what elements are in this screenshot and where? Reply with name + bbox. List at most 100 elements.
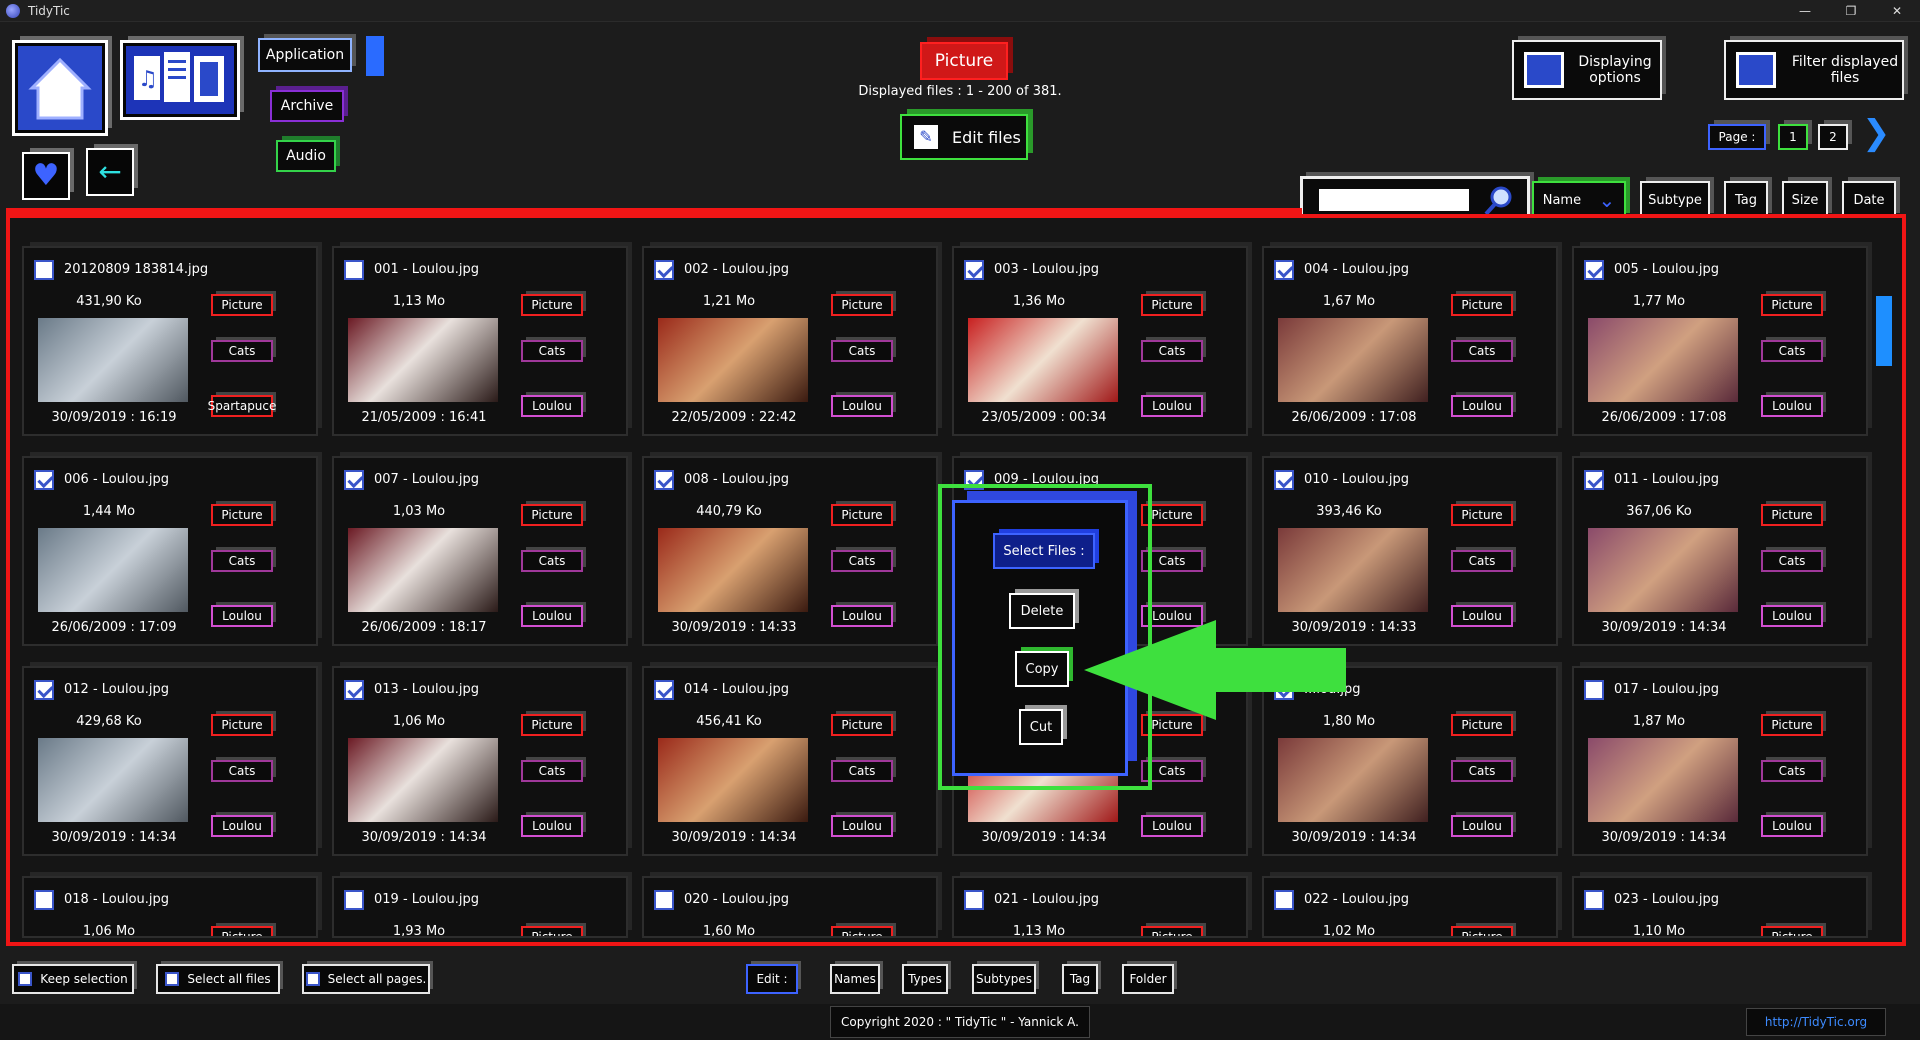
file-type-tag[interactable]: Picture bbox=[211, 926, 273, 936]
file-checkbox[interactable] bbox=[1274, 260, 1294, 280]
file-checkbox[interactable] bbox=[344, 470, 364, 490]
category-application-button[interactable]: Application bbox=[258, 38, 352, 72]
website-link[interactable]: http://TidyTic.org bbox=[1746, 1008, 1886, 1036]
file-thumbnail[interactable] bbox=[1588, 738, 1738, 822]
file-subtype-tag[interactable]: Cats bbox=[1451, 550, 1513, 572]
file-thumbnail[interactable] bbox=[658, 738, 808, 822]
search-input[interactable] bbox=[1319, 189, 1469, 211]
select-all-files-button[interactable]: Select all files bbox=[156, 964, 280, 994]
next-page-arrow-icon[interactable]: ❯ bbox=[1862, 116, 1891, 150]
file-thumbnail[interactable] bbox=[1278, 738, 1428, 822]
restore-button[interactable]: ❐ bbox=[1828, 0, 1874, 22]
file-checkbox[interactable] bbox=[1584, 470, 1604, 490]
file-card[interactable]: 008 - Loulou.jpg 440,79 Ko 30/09/2019 : … bbox=[642, 456, 938, 646]
edit-folder-button[interactable]: Folder bbox=[1122, 964, 1174, 994]
file-checkbox[interactable] bbox=[964, 890, 984, 910]
file-tag[interactable]: Loulou bbox=[831, 815, 893, 837]
file-thumbnail[interactable] bbox=[38, 528, 188, 612]
back-button[interactable]: ← bbox=[86, 148, 134, 196]
file-card[interactable]: 021 - Loulou.jpg 1,13 Mo Picture bbox=[952, 876, 1248, 938]
file-subtype-tag[interactable]: Cats bbox=[521, 760, 583, 782]
file-card[interactable]: 023 - Loulou.jpg 1,10 Mo Picture bbox=[1572, 876, 1868, 938]
file-type-tag[interactable]: Picture bbox=[1761, 294, 1823, 316]
file-type-tag[interactable]: Picture bbox=[521, 294, 583, 316]
file-tag[interactable]: Loulou bbox=[831, 605, 893, 627]
file-tag[interactable]: Loulou bbox=[521, 395, 583, 417]
edit-subtypes-button[interactable]: Subtypes bbox=[972, 964, 1036, 994]
file-checkbox[interactable] bbox=[1584, 680, 1604, 700]
file-subtype-tag[interactable]: Cats bbox=[1451, 340, 1513, 362]
file-checkbox[interactable] bbox=[964, 260, 984, 280]
file-checkbox[interactable] bbox=[1584, 260, 1604, 280]
file-tag[interactable]: Loulou bbox=[1141, 395, 1203, 417]
file-subtype-tag[interactable]: Cats bbox=[211, 760, 273, 782]
file-checkbox[interactable] bbox=[344, 680, 364, 700]
file-subtype-tag[interactable]: Cats bbox=[211, 550, 273, 572]
favorites-button[interactable]: ♥ bbox=[22, 152, 70, 200]
file-card[interactable]: 007 - Loulou.jpg 1,03 Mo 26/06/2009 : 18… bbox=[332, 456, 628, 646]
category-audio-button[interactable]: Audio bbox=[276, 140, 336, 172]
file-type-tag[interactable]: Picture bbox=[1141, 926, 1203, 936]
file-card[interactable]: 002 - Loulou.jpg 1,21 Mo 22/05/2009 : 22… bbox=[642, 246, 938, 436]
file-thumbnail[interactable] bbox=[38, 318, 188, 402]
page-2-button[interactable]: 2 bbox=[1818, 124, 1848, 150]
edit-names-button[interactable]: Names bbox=[830, 964, 880, 994]
file-type-tag[interactable]: Picture bbox=[211, 294, 273, 316]
file-tag[interactable]: Loulou bbox=[1451, 815, 1513, 837]
file-thumbnail[interactable] bbox=[1278, 318, 1428, 402]
file-card[interactable]: 20120809 183814.jpg 431,90 Ko 30/09/2019… bbox=[22, 246, 318, 436]
file-checkbox[interactable] bbox=[34, 260, 54, 280]
file-subtype-tag[interactable]: Cats bbox=[521, 340, 583, 362]
file-type-tag[interactable]: Picture bbox=[521, 926, 583, 936]
file-card[interactable]: 005 - Loulou.jpg 1,77 Mo 26/06/2009 : 17… bbox=[1572, 246, 1868, 436]
file-subtype-tag[interactable]: Cats bbox=[831, 550, 893, 572]
file-card[interactable]: 011 - Loulou.jpg 367,06 Ko 30/09/2019 : … bbox=[1572, 456, 1868, 646]
scrollbar-thumb[interactable] bbox=[1876, 296, 1892, 366]
file-tag[interactable]: Loulou bbox=[1141, 815, 1203, 837]
file-checkbox[interactable] bbox=[34, 680, 54, 700]
home-button[interactable] bbox=[12, 40, 108, 136]
file-subtype-tag[interactable]: Cats bbox=[1141, 340, 1203, 362]
file-thumbnail[interactable] bbox=[1588, 528, 1738, 612]
file-type-tag[interactable]: Picture bbox=[831, 926, 893, 936]
file-thumbnail[interactable] bbox=[658, 318, 808, 402]
file-card[interactable]: 017 - Loulou.jpg 1,87 Mo 30/09/2019 : 14… bbox=[1572, 666, 1868, 856]
edit-tag-button[interactable]: Tag bbox=[1062, 964, 1098, 994]
file-subtype-tag[interactable]: Cats bbox=[1451, 760, 1513, 782]
file-checkbox[interactable] bbox=[34, 890, 54, 910]
file-type-tag[interactable]: Picture bbox=[1141, 294, 1203, 316]
edit-files-button[interactable]: ✎ Edit files bbox=[900, 114, 1028, 160]
copy-button[interactable]: Copy bbox=[1015, 651, 1069, 687]
file-type-tag[interactable]: Picture bbox=[211, 714, 273, 736]
file-subtype-tag[interactable]: Cats bbox=[521, 550, 583, 572]
file-subtype-tag[interactable]: Cats bbox=[1761, 550, 1823, 572]
file-card[interactable]: 001 - Loulou.jpg 1,13 Mo 21/05/2009 : 16… bbox=[332, 246, 628, 436]
file-thumbnail[interactable] bbox=[348, 318, 498, 402]
file-checkbox[interactable] bbox=[654, 890, 674, 910]
file-checkbox[interactable] bbox=[1274, 470, 1294, 490]
file-tag[interactable]: Loulou bbox=[1761, 395, 1823, 417]
media-types-button[interactable]: ♫ bbox=[120, 40, 240, 120]
file-type-tag[interactable]: Picture bbox=[1451, 504, 1513, 526]
keep-selection-button[interactable]: Keep selection bbox=[12, 964, 134, 994]
category-archive-button[interactable]: Archive bbox=[270, 90, 344, 122]
select-all-pages-button[interactable]: Select all pages. bbox=[302, 964, 430, 994]
file-type-tag[interactable]: Picture bbox=[1451, 926, 1513, 936]
file-checkbox[interactable] bbox=[344, 260, 364, 280]
file-type-tag[interactable]: Picture bbox=[831, 714, 893, 736]
file-card[interactable]: 014 - Loulou.jpg 456,41 Ko 30/09/2019 : … bbox=[642, 666, 938, 856]
file-checkbox[interactable] bbox=[654, 680, 674, 700]
search-icon[interactable] bbox=[1483, 185, 1515, 217]
cut-button[interactable]: Cut bbox=[1019, 709, 1063, 745]
displaying-options-button[interactable]: Displaying options bbox=[1512, 40, 1662, 100]
file-card[interactable]: 004 - Loulou.jpg 1,67 Mo 26/06/2009 : 17… bbox=[1262, 246, 1558, 436]
file-subtype-tag[interactable]: Cats bbox=[831, 340, 893, 362]
file-type-tag[interactable]: Picture bbox=[521, 504, 583, 526]
file-tag[interactable]: Loulou bbox=[1451, 605, 1513, 627]
file-tag[interactable]: Loulou bbox=[1761, 815, 1823, 837]
file-card[interactable]: 020 - Loulou.jpg 1,60 Mo Picture bbox=[642, 876, 938, 938]
file-thumbnail[interactable] bbox=[1588, 318, 1738, 402]
file-card[interactable]: 003 - Loulou.jpg 1,36 Mo 23/05/2009 : 00… bbox=[952, 246, 1248, 436]
file-type-tag[interactable]: Picture bbox=[1761, 504, 1823, 526]
file-card[interactable]: 010 - Loulou.jpg 393,46 Ko 30/09/2019 : … bbox=[1262, 456, 1558, 646]
